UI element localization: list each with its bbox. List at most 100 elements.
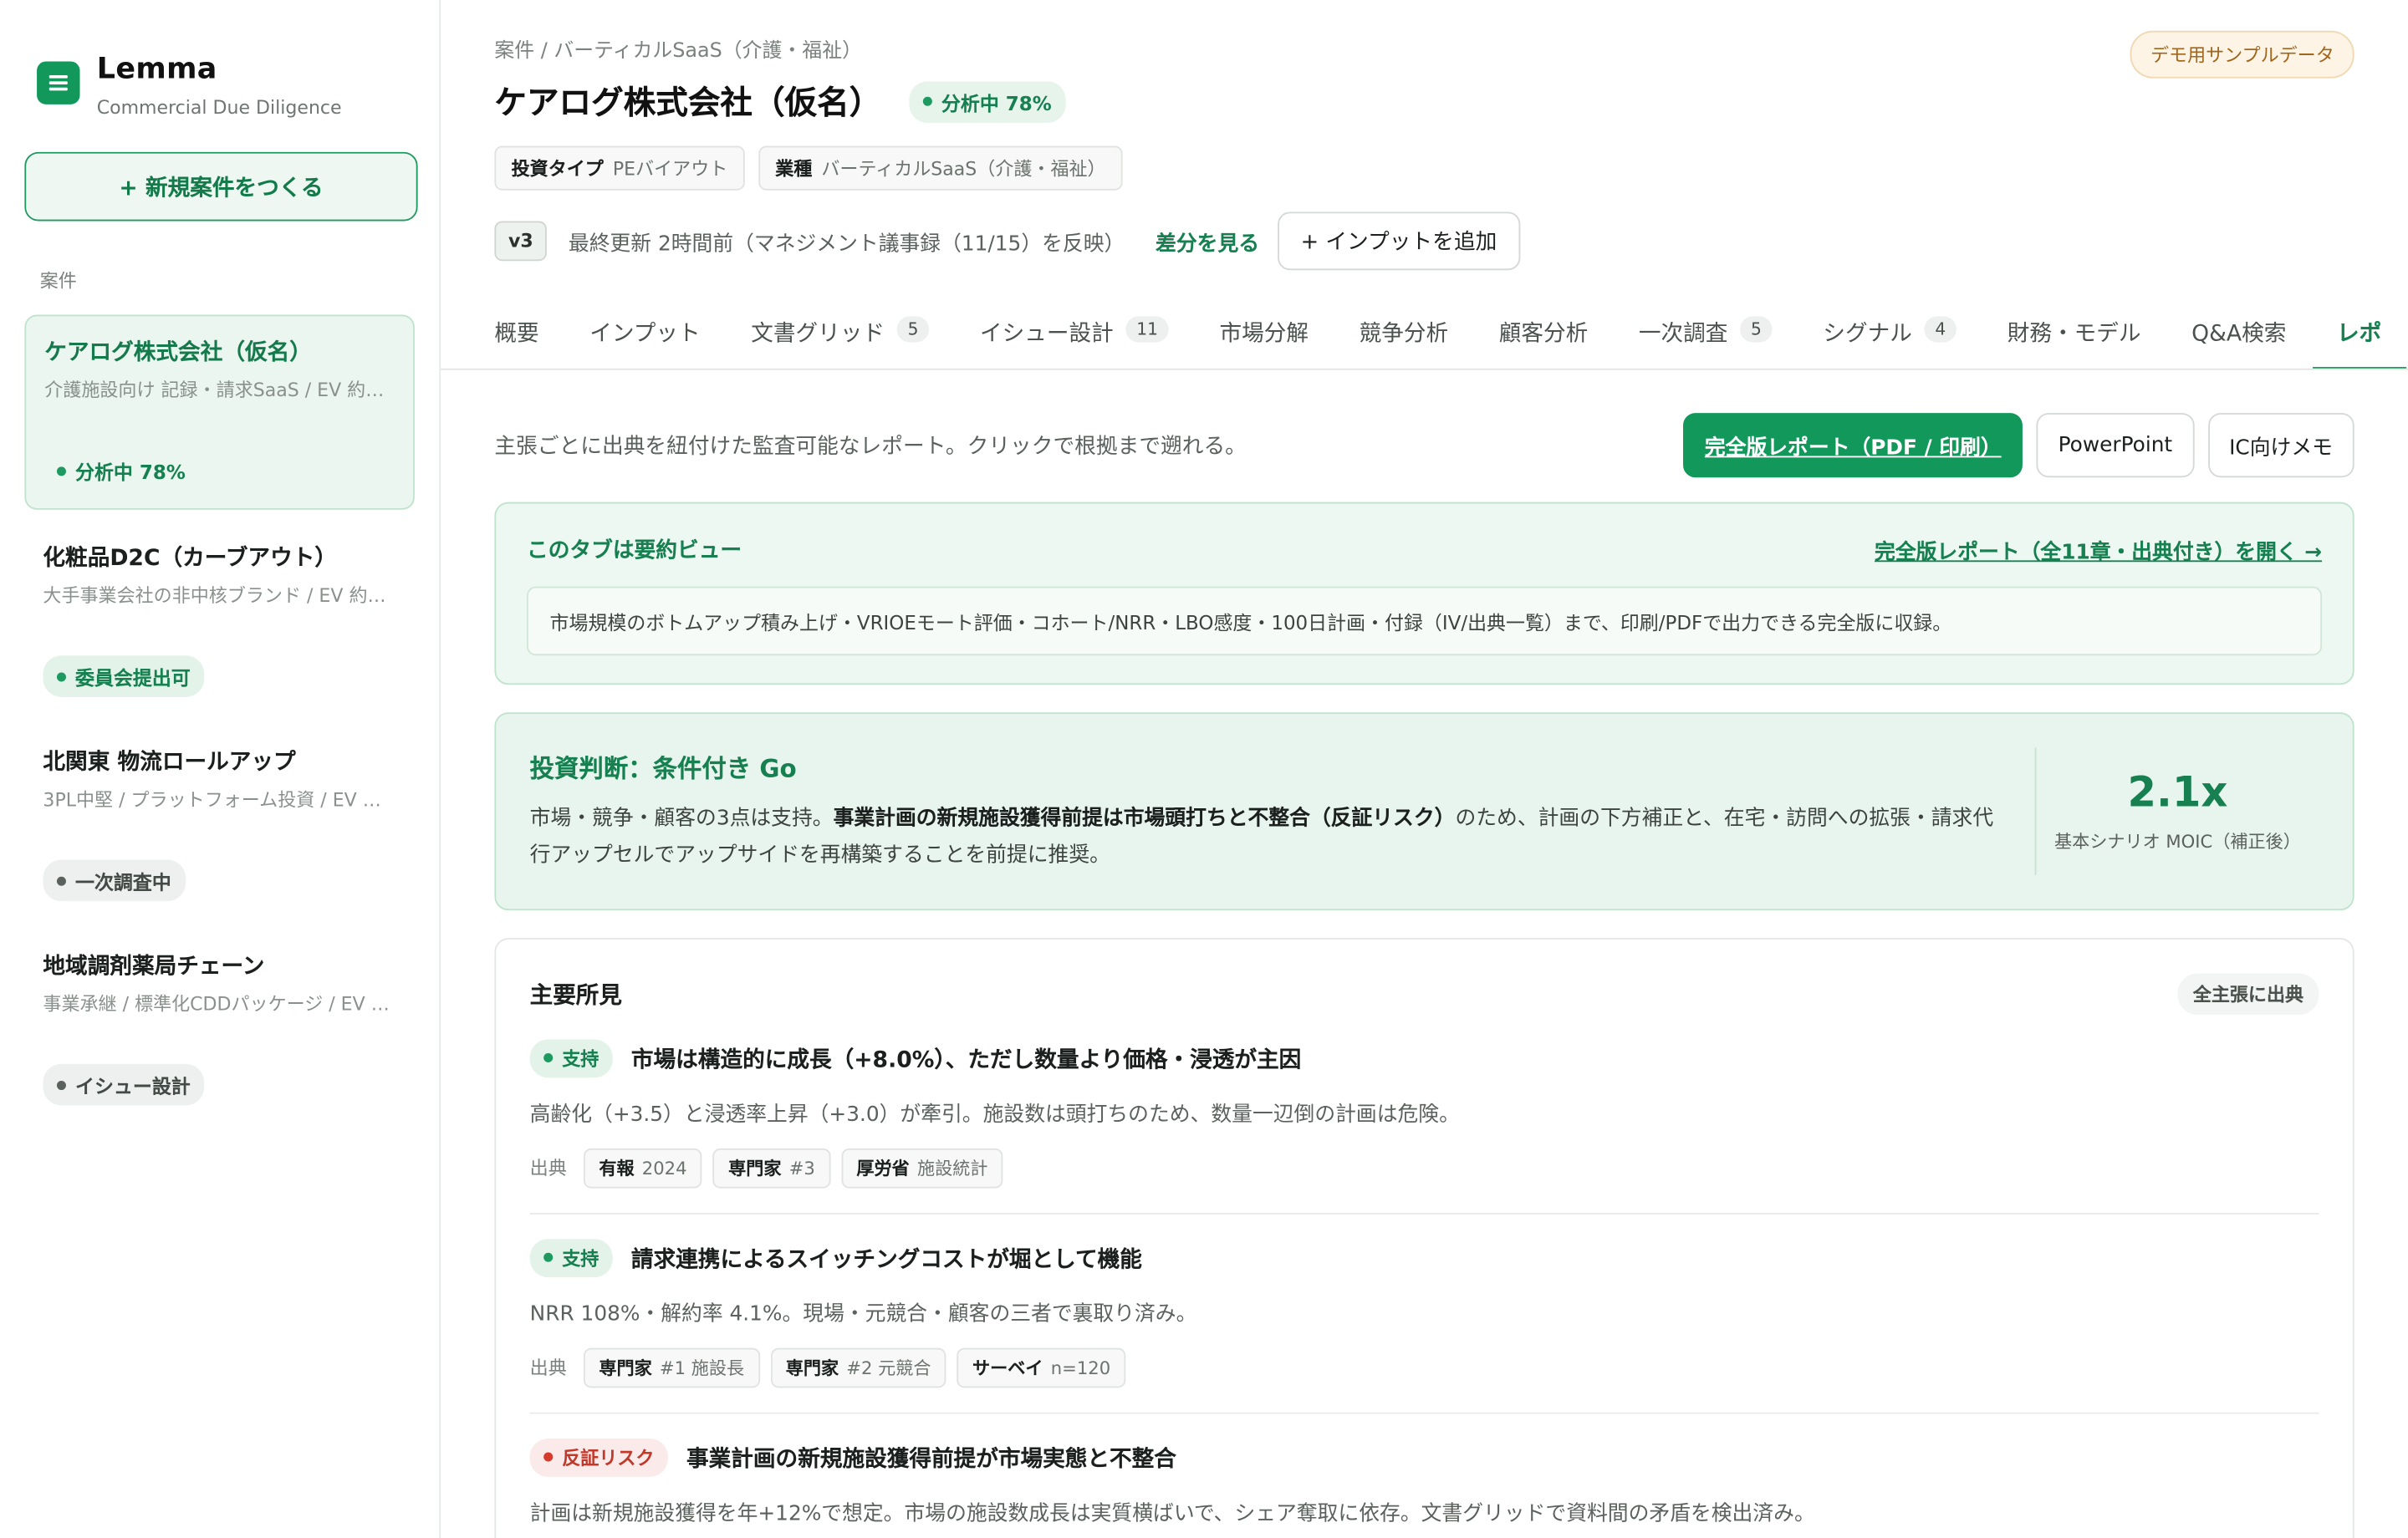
- report-description: 主張ごとに出典を紐付けた監査可能なレポート。クリックで根拠まで遡れる。: [494, 434, 1247, 460]
- sidebar: Lemma Commercial Due Diligence + 新規案件をつく…: [0, 0, 441, 1538]
- report-content: 主張ごとに出典を紐付けた監査可能なレポート。クリックで根拠まで遡れる。 完全版レ…: [441, 370, 2408, 1538]
- summary-text: 市場規模のボトムアップ積み上げ・VRIOEモート評価・コホート/NRR・LBO感…: [526, 586, 2323, 656]
- moic-value: 2.1x: [2127, 768, 2228, 817]
- case-status-badge: 委員会提出可: [43, 655, 205, 697]
- finding-header: 支持 市場は構造的に成長（+8.0%）、ただし数量より価格・浸透が主因: [529, 1038, 2319, 1077]
- status-dot-icon: [543, 1252, 554, 1262]
- tab-item[interactable]: 概要: [494, 298, 538, 368]
- tab-item[interactable]: 財務・モデル: [2008, 298, 2141, 368]
- tab-count-badge: 4: [1924, 316, 1957, 343]
- finding-text: NRR 108%・解約率 4.1%。現場・元競合・顧客の三者で裏取り済み。: [529, 1301, 1197, 1327]
- finding-text: 計画は新規施設獲得を年+12%で想定。市場の施設数成長は実質横ばいで、シェア奪取…: [529, 1500, 1815, 1525]
- demo-data-badge: デモ用サンプルデータ: [2130, 30, 2354, 79]
- tab-item[interactable]: Q&A検索: [2191, 298, 2286, 368]
- tab-count-badge: 11: [1125, 316, 1169, 343]
- tab-item[interactable]: 文書グリッド 5: [751, 298, 930, 368]
- case-subtitle: 3PL中堅 / プラットフォーム投資 / EV …: [43, 789, 381, 811]
- meta-tag-value: バーティカルSaaS（介護・福祉）: [821, 158, 1106, 180]
- add-input-button[interactable]: + インプットを追加: [1278, 211, 1520, 271]
- verdict-text: 市場・競争・顧客の3点は支持。事業計画の新規施設獲得前提は市場頭打ちと不整合（反…: [530, 800, 2004, 874]
- tab-item[interactable]: 顧客分析: [1498, 298, 1589, 368]
- case-subtitle: 介護施設向け 記録・請求SaaS / EV 約1…: [44, 379, 395, 401]
- open-full-report-link[interactable]: 完全版レポート（全11章・出典付き）を開く →: [1875, 534, 2322, 565]
- status-dot-icon: [56, 1080, 66, 1090]
- sidebar-section-label: 案件: [39, 270, 77, 292]
- source-label: 出典: [529, 1158, 567, 1179]
- tab-item[interactable]: イシュー設計 11: [979, 298, 1169, 368]
- tab-item[interactable]: 競争分析: [1360, 298, 1449, 368]
- status-text: 分析中 78%: [941, 91, 1052, 115]
- tab-label: インプット: [589, 322, 701, 348]
- status-dot-icon: [543, 1452, 554, 1462]
- tab-item[interactable]: インプット: [589, 298, 701, 368]
- meta-tag-value: PEバイアウト: [612, 158, 728, 180]
- case-status-text: 一次調査中: [74, 870, 171, 894]
- source-chip[interactable]: 専門家 #2 元競合: [770, 1347, 946, 1388]
- finding-title: 請求連携によるスイッチングコストが堀として機能: [630, 1247, 1142, 1272]
- sidebar-case-item[interactable]: 北関東 物流ロールアップ 3PL中堅 / プラットフォーム投資 / EV … 一次調…: [24, 726, 415, 919]
- source-label: 出典: [529, 1357, 567, 1379]
- source-value: #1 施設長: [659, 1356, 745, 1378]
- brand: Lemma Commercial Due Diligence: [24, 0, 415, 152]
- sidebar-case-item[interactable]: ケアログ株式会社（仮名） 介護施設向け 記録・請求SaaS / EV 約1… 分析中…: [24, 314, 415, 510]
- case-title: 地域調剤薬局チェーン: [43, 955, 265, 980]
- status-dot-icon: [56, 466, 66, 476]
- status-dot-icon: [922, 96, 932, 106]
- findings-list: 支持 市場は構造的に成長（+8.0%）、ただし数量より価格・浸透が主因高齢化（+3…: [529, 1014, 2319, 1538]
- tab-label: シグナル: [1823, 322, 1912, 348]
- tab-item[interactable]: 市場分解: [1219, 298, 1309, 368]
- tab-item[interactable]: レポ: [2312, 298, 2406, 369]
- view-diff-link[interactable]: 差分を見る: [1156, 226, 1259, 256]
- finding-status-badge: 反証リスク: [529, 1438, 668, 1477]
- tab-label: 顧客分析: [1498, 322, 1589, 348]
- case-subtitle: 事業承継 / 標準化CDDパッケージ / EV …: [43, 993, 390, 1016]
- finding-item: 支持 市場は構造的に成長（+8.0%）、ただし数量より価格・浸透が主因高齢化（+3…: [529, 1014, 2319, 1215]
- tab-item[interactable]: 一次調査 5: [1639, 298, 1773, 368]
- finding-text: 高齢化（+3.5）と浸透率上昇（+3.0）が牽引。施設数は頭打ちのため、数量一辺…: [529, 1102, 1460, 1127]
- ic-memo-button[interactable]: IC向けメモ: [2207, 413, 2354, 478]
- verdict-title: 投資判断：条件付き Go: [529, 753, 797, 783]
- source-key: 有報: [599, 1157, 635, 1179]
- tab-count-badge: 5: [1740, 316, 1773, 343]
- source-chip[interactable]: サーベイ n=120: [957, 1347, 1126, 1388]
- case-subtitle: 大手事業会社の非中核ブランド / EV 約…: [43, 584, 386, 607]
- source-key: 専門家: [728, 1157, 782, 1179]
- case-title: 北関東 物流ロールアップ: [43, 751, 296, 776]
- summary-title: このタブは要約ビュー: [526, 538, 742, 564]
- source-chip[interactable]: 専門家 #3: [712, 1148, 831, 1188]
- finding-header: 支持 請求連携によるスイッチングコストが堀として機能: [529, 1238, 2319, 1277]
- all-claims-cited-badge: 全主張に出典: [2177, 972, 2319, 1015]
- case-status-badge: イシュー設計: [43, 1063, 205, 1106]
- source-value: #2 元競合: [846, 1356, 931, 1378]
- source-key: サーベイ: [972, 1356, 1043, 1378]
- version-badge[interactable]: v3: [494, 221, 548, 262]
- case-title: ケアログ株式会社（仮名）: [44, 340, 312, 366]
- finding-sources: 出典 有報 2024 専門家 #3 厚労省 施設統計: [530, 1148, 2319, 1188]
- new-case-button[interactable]: + 新規案件をつくる: [24, 151, 418, 222]
- case-status-badge: 分析中 78%: [44, 450, 199, 491]
- breadcrumb[interactable]: 案件 / バーティカルSaaS（介護・福祉）: [494, 33, 2354, 64]
- source-chip[interactable]: 厚労省 施設統計: [841, 1148, 1003, 1188]
- moic-label: 基本シナリオ MOIC（補正後）: [2053, 830, 2301, 852]
- tab-label: 文書グリッド: [751, 322, 885, 348]
- finding-item: 支持 請求連携によるスイッチングコストが堀として機能 NRR 108%・解約率 4.…: [529, 1214, 2319, 1413]
- source-key: 専門家: [599, 1356, 652, 1378]
- sidebar-case-item[interactable]: 化粧品D2C（カーブアウト） 大手事業会社の非中核ブランド / EV 約… 委員会提…: [24, 522, 415, 714]
- status-dot-icon: [56, 875, 66, 885]
- version-text: 最終更新 2時間前（マネジメント議事録（11/15）を反映）: [568, 232, 1125, 257]
- finding-status-badge: 支持: [529, 1038, 613, 1077]
- brand-name: Lemma: [96, 52, 217, 86]
- sidebar-case-item[interactable]: 地域調剤薬局チェーン事業承継 / 標準化CDDパッケージ / EV … イシュー設…: [24, 930, 415, 1123]
- source-value: 施設統計: [916, 1157, 988, 1179]
- source-chip[interactable]: 有報 2024: [583, 1148, 702, 1188]
- full-report-button[interactable]: 完全版レポート（PDF / 印刷）: [1683, 413, 2023, 478]
- status-badge: 分析中 78%: [909, 80, 1066, 123]
- case-status-text: 分析中 78%: [74, 461, 186, 484]
- tab-label: イシュー設計: [979, 322, 1114, 348]
- meta-tag-key: 投資タイプ: [511, 158, 604, 180]
- tab-item[interactable]: シグナル 4: [1823, 298, 1957, 368]
- case-list: ケアログ株式会社（仮名） 介護施設向け 記録・請求SaaS / EV 約1… 分析中…: [24, 314, 415, 1123]
- stack-icon: [37, 61, 80, 104]
- powerpoint-button[interactable]: PowerPoint: [2036, 413, 2194, 478]
- source-chip[interactable]: 専門家 #1 施設長: [583, 1347, 760, 1388]
